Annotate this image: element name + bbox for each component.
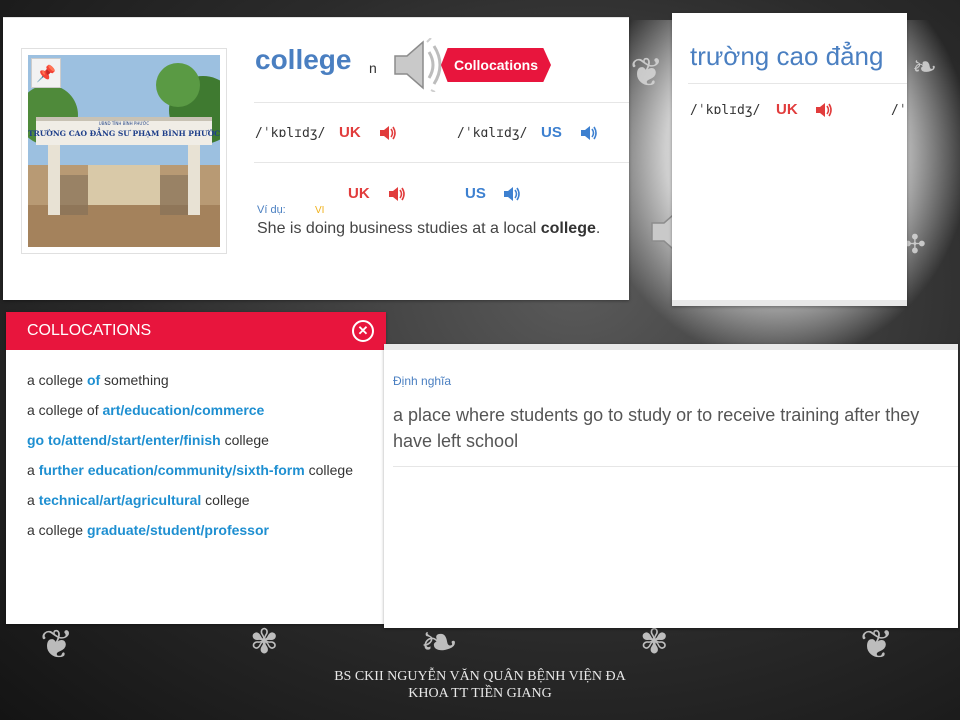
ornament-mid-right: ✣ (904, 230, 926, 260)
slide-footer: BS CKII NGUYỄN VĂN QUÂN BỆNH VIỆN ĐA KHO… (300, 668, 660, 702)
collocation-highlight: technical/art/agricultural (38, 492, 202, 508)
collocation-item: a technical/art/agricultural college (27, 490, 357, 510)
pin-icon: 📌 (36, 63, 56, 83)
collocations-panel: COLLOCATIONS ✕ a college of something a c… (6, 312, 386, 624)
definition-label: Định nghĩa (393, 374, 452, 388)
example-label: Ví dụ: (257, 204, 286, 216)
vi-toggle[interactable]: VI (315, 205, 324, 216)
close-icon: ✕ (357, 323, 369, 338)
headword: college (255, 44, 352, 75)
example-us-sound-icon[interactable] (503, 186, 521, 202)
footer-line-2: KHOA TT TIỀN GIANG (408, 686, 552, 701)
example-keyword: college (540, 220, 596, 237)
collocations-header: COLLOCATIONS ✕ (6, 312, 386, 350)
us-label: US (541, 124, 562, 141)
photo-sign-top: UBND TỈNH BÌNH PHƯỚC (99, 121, 150, 126)
collocation-item: a college of art/education/commerce (27, 400, 357, 420)
collocation-text: a college (27, 522, 87, 538)
collocation-highlight: graduate/student/professor (86, 522, 269, 538)
example-suffix: . (595, 220, 601, 237)
collocation-highlight: go to/attend/start/enter/finish (27, 432, 221, 448)
divider (254, 102, 629, 103)
word-photo-frame: UBND TỈNH BÌNH PHƯỚC TRƯỜNG CAO ĐẲNG SƯ … (21, 48, 227, 254)
definition-card: Định nghĩa a place where students go to … (384, 344, 958, 628)
example-sentence: She is doing business studies at a local… (257, 220, 600, 238)
collocation-text: a college of (27, 402, 103, 418)
footer-line-1: BS CKII NGUYỄN VĂN QUÂN BỆNH VIỆN ĐA (334, 669, 626, 684)
collocation-text: a college (27, 372, 87, 388)
collocation-item: a college graduate/student/professor (27, 520, 357, 540)
collocation-text: a (27, 492, 39, 508)
divider (688, 83, 907, 84)
translation-us-ipa: /ˈ (891, 103, 907, 118)
ornament-right: ❧ (912, 50, 938, 85)
translation-uk-sound-icon[interactable] (815, 102, 833, 118)
collocation-item: a college of something (27, 370, 357, 390)
ornament-bottom-2: ✾ (250, 622, 279, 662)
example-us-label: US (465, 185, 486, 202)
uk-sound-icon[interactable] (379, 125, 397, 141)
us-sound-icon[interactable] (580, 125, 598, 141)
translation-uk-ipa: /ˈkɒlɪdʒ/ (690, 103, 761, 118)
collocations-list: a college of something a college of art/e… (27, 370, 357, 550)
ornament-bottom-1: ❦ (40, 622, 74, 668)
collocation-highlight: art/education/commerce (102, 402, 265, 418)
photo-sign: TRƯỜNG CAO ĐẲNG SƯ PHẠM BÌNH PHƯỚC (28, 127, 220, 138)
translation-word: trường cao đẳng (690, 41, 884, 71)
example-prefix: She is doing business studies at a local (257, 220, 541, 237)
collocation-highlight: further education/community/sixth-form (38, 462, 305, 478)
ornament-left: ❦ (630, 50, 664, 96)
us-ipa: /ˈkɑlɪdʒ/ (457, 126, 528, 141)
close-button[interactable]: ✕ (352, 320, 374, 342)
collocations-title: COLLOCATIONS (27, 322, 152, 339)
collocation-item: a further education/community/sixth-form… (27, 460, 357, 480)
example-uk-label: UK (348, 185, 370, 202)
collocation-text: something (100, 372, 169, 388)
uk-label: UK (339, 124, 361, 141)
translation-card: trường cao đẳng /ˈkɒlɪdʒ/ UK /ˈ (672, 13, 907, 306)
collocations-button[interactable]: Collocations (441, 48, 551, 82)
collocation-highlight: of (86, 372, 101, 388)
definition-text: a place where students go to study or to… (393, 405, 920, 451)
translation-uk-label: UK (776, 101, 798, 118)
collocation-item: go to/attend/start/enter/finish college (27, 430, 357, 450)
collocation-text: college (220, 432, 269, 448)
example-uk-sound-icon[interactable] (388, 186, 406, 202)
ornament-bottom-5: ❦ (860, 622, 894, 668)
collocation-text: college (201, 492, 250, 508)
collocation-text: college (304, 462, 353, 478)
divider (393, 466, 958, 467)
collocation-text: a (27, 462, 39, 478)
dictionary-card: UBND TỈNH BÌNH PHƯỚC TRƯỜNG CAO ĐẲNG SƯ … (3, 17, 629, 300)
ornament-bottom-4: ✾ (640, 622, 669, 662)
part-of-speech: n (369, 60, 377, 76)
divider (254, 162, 629, 163)
pin-button[interactable]: 📌 (31, 58, 61, 88)
uk-ipa: /ˈkɒlɪdʒ/ (255, 126, 326, 141)
